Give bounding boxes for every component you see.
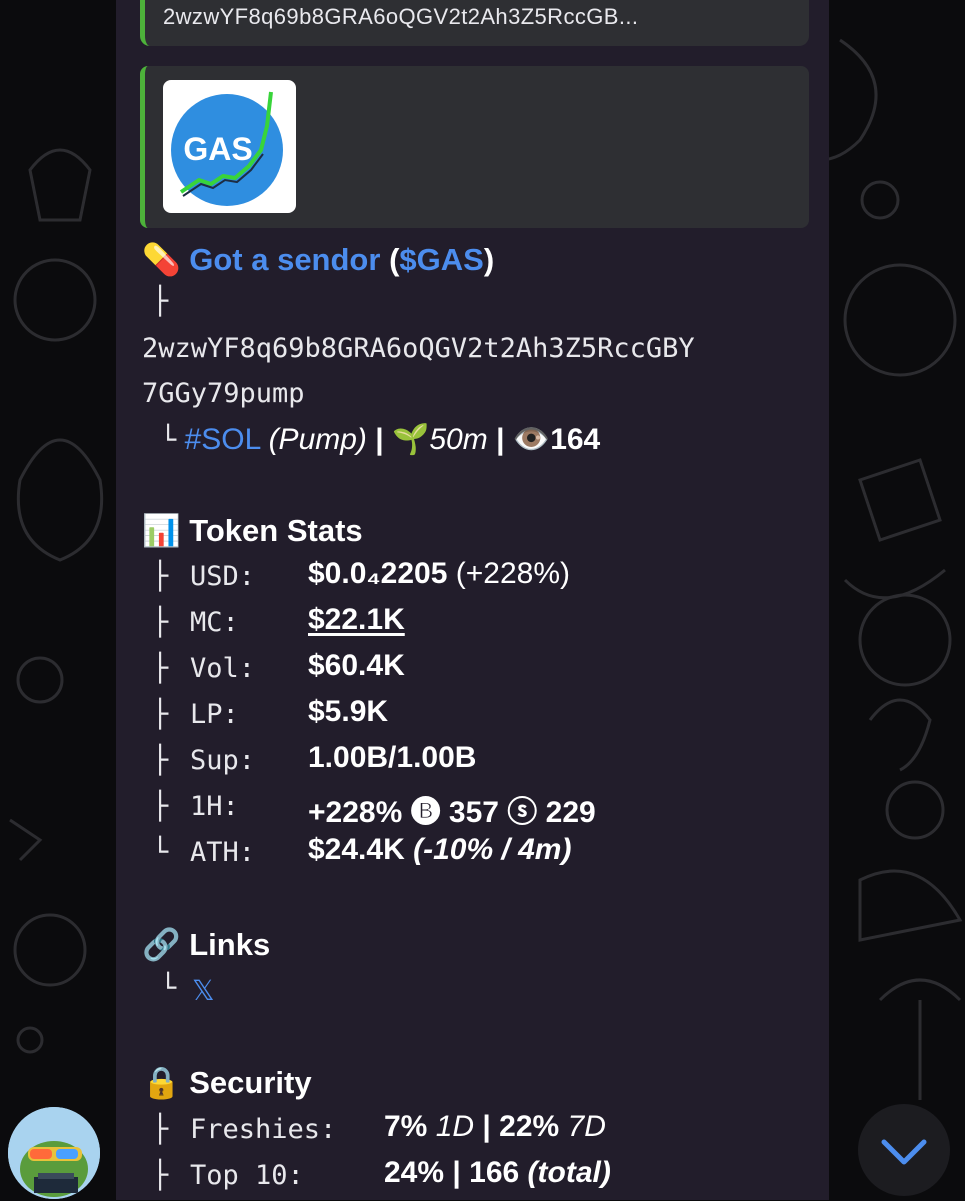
ath-change: (-10% / 4m) — [413, 833, 572, 866]
security-heading: 🔒 Security — [142, 1064, 312, 1101]
link-preview[interactable]: GAS — [140, 66, 809, 228]
paren-open: ( — [389, 242, 400, 277]
stats-row-branch: ├ — [152, 699, 169, 730]
stats-row-branch: ├ — [152, 745, 169, 776]
security-value-freshies: 7% 1D | 22% 7D — [384, 1110, 606, 1144]
gas-logo-icon: GAS — [171, 91, 283, 206]
security-title: Security — [189, 1065, 312, 1100]
pill-emoji: 💊 — [142, 242, 181, 277]
stats-value-lp: $5.9K — [308, 695, 389, 728]
market-cap-link[interactable]: $22.1K — [308, 603, 405, 637]
lock-icon: 🔒 — [142, 1065, 181, 1100]
stats-row-branch: ├ — [152, 561, 169, 592]
gas-logo-image[interactable]: GAS — [163, 80, 296, 213]
paren-close: ) — [483, 242, 495, 277]
token-stats-title: Token Stats — [189, 513, 363, 548]
stats-value-sup: 1.00B/1.00B — [308, 741, 477, 774]
scroll-to-bottom-button[interactable] — [858, 1104, 950, 1196]
security-value-top10: 24% | 166 (total) — [384, 1156, 611, 1190]
pepe-avatar-icon — [8, 1107, 100, 1199]
separator: | — [452, 1156, 461, 1189]
freshies-1d: 7% — [384, 1110, 428, 1143]
tree-branch: ├ — [152, 286, 169, 317]
stats-value-ath: $24.4K (-10% / 4m) — [308, 833, 571, 867]
stats-row-branch: ├ — [152, 653, 169, 684]
top10-total-label: (total) — [527, 1156, 611, 1189]
freshies-7d: 22% — [499, 1110, 560, 1143]
sender-avatar[interactable] — [8, 1107, 100, 1199]
contract-address-line-1[interactable]: 2wzwYF8q69b8GRA6oQGV2t2Ah3Z5RccGBY — [142, 333, 695, 364]
token-title: 💊 Got a sendor ($GAS) — [142, 241, 494, 278]
top10-total: 166 — [469, 1156, 520, 1189]
x-link-icon[interactable]: 𝕏 — [192, 974, 215, 1007]
stats-label-vol: Vol: — [190, 653, 256, 684]
stats-value-vol: $60.4K — [308, 649, 405, 682]
top10-percent: 24% — [384, 1156, 445, 1189]
message-bubble: 2wzwYF8q69b8GRA6oQGV2t2Ah3Z5RccGB... GAS… — [116, 0, 829, 1200]
forwarded-header[interactable]: 2wzwYF8q69b8GRA6oQGV2t2Ah3Z5RccGB... — [140, 0, 809, 46]
stats-value-1h: +228% 🅑 357 ⓢ 229 — [308, 796, 596, 829]
token-stats-heading: 📊 Token Stats — [142, 512, 363, 549]
security-label-top10: Top 10: — [190, 1160, 304, 1191]
period-7d: 7D — [567, 1110, 606, 1143]
stats-label-mc: MC: — [190, 607, 239, 638]
security-label-freshies: Freshies: — [190, 1114, 337, 1145]
chevron-down-icon — [881, 1139, 927, 1165]
security-row-branch: ├ — [152, 1114, 169, 1145]
stats-label-usd: USD: — [190, 561, 256, 592]
stats-row-branch-end: └ — [152, 837, 169, 868]
token-age: 50m — [429, 423, 488, 456]
stats-value-usd: $0.0₄2205 (+228%) — [308, 557, 570, 591]
contract-address-line-2[interactable]: 7GGy79pump — [142, 378, 305, 409]
stats-label-ath: ATH: — [190, 837, 256, 868]
period-1d: 1D — [435, 1110, 475, 1143]
stats-label-sup: Sup: — [190, 745, 256, 776]
stats-label-lp: LP: — [190, 699, 239, 730]
separator: | — [482, 1110, 491, 1143]
stats-row-branch: ├ — [152, 607, 169, 638]
links-heading: 🔗 Links — [142, 926, 270, 963]
platform-label: (Pump) — [268, 423, 367, 456]
stats-row-branch: ├ — [152, 791, 169, 822]
gas-logo-text: GAS — [183, 131, 252, 167]
view-count: 164 — [550, 423, 601, 456]
usd-price: $0.0₄2205 — [308, 557, 448, 590]
usd-change: (+228%) — [455, 557, 571, 590]
separator: | — [496, 423, 505, 456]
security-row-branch: ├ — [152, 1160, 169, 1191]
token-name-link[interactable]: Got a sendor — [189, 242, 380, 277]
seedling-icon: 🌱 — [392, 423, 430, 456]
forwarded-address: 2wzwYF8q69b8GRA6oQGV2t2Ah3Z5RccGB... — [163, 4, 639, 29]
links-branch: └ — [160, 973, 177, 1004]
tree-branch-end: └ — [160, 425, 177, 456]
links-title: Links — [189, 927, 271, 962]
stats-label-1h: 1H: — [190, 791, 239, 822]
ath-value: $24.4K — [308, 833, 405, 866]
token-meta-line: └ #SOL (Pump) | 🌱50m | 👁️164 — [160, 422, 600, 457]
sol-hashtag-link[interactable]: #SOL — [185, 423, 261, 456]
separator: | — [375, 423, 384, 456]
ticker-link[interactable]: $GAS — [399, 242, 483, 277]
link-icon: 🔗 — [142, 927, 181, 962]
chart-icon: 📊 — [142, 513, 181, 548]
eye-icon: 👁️ — [512, 423, 551, 456]
